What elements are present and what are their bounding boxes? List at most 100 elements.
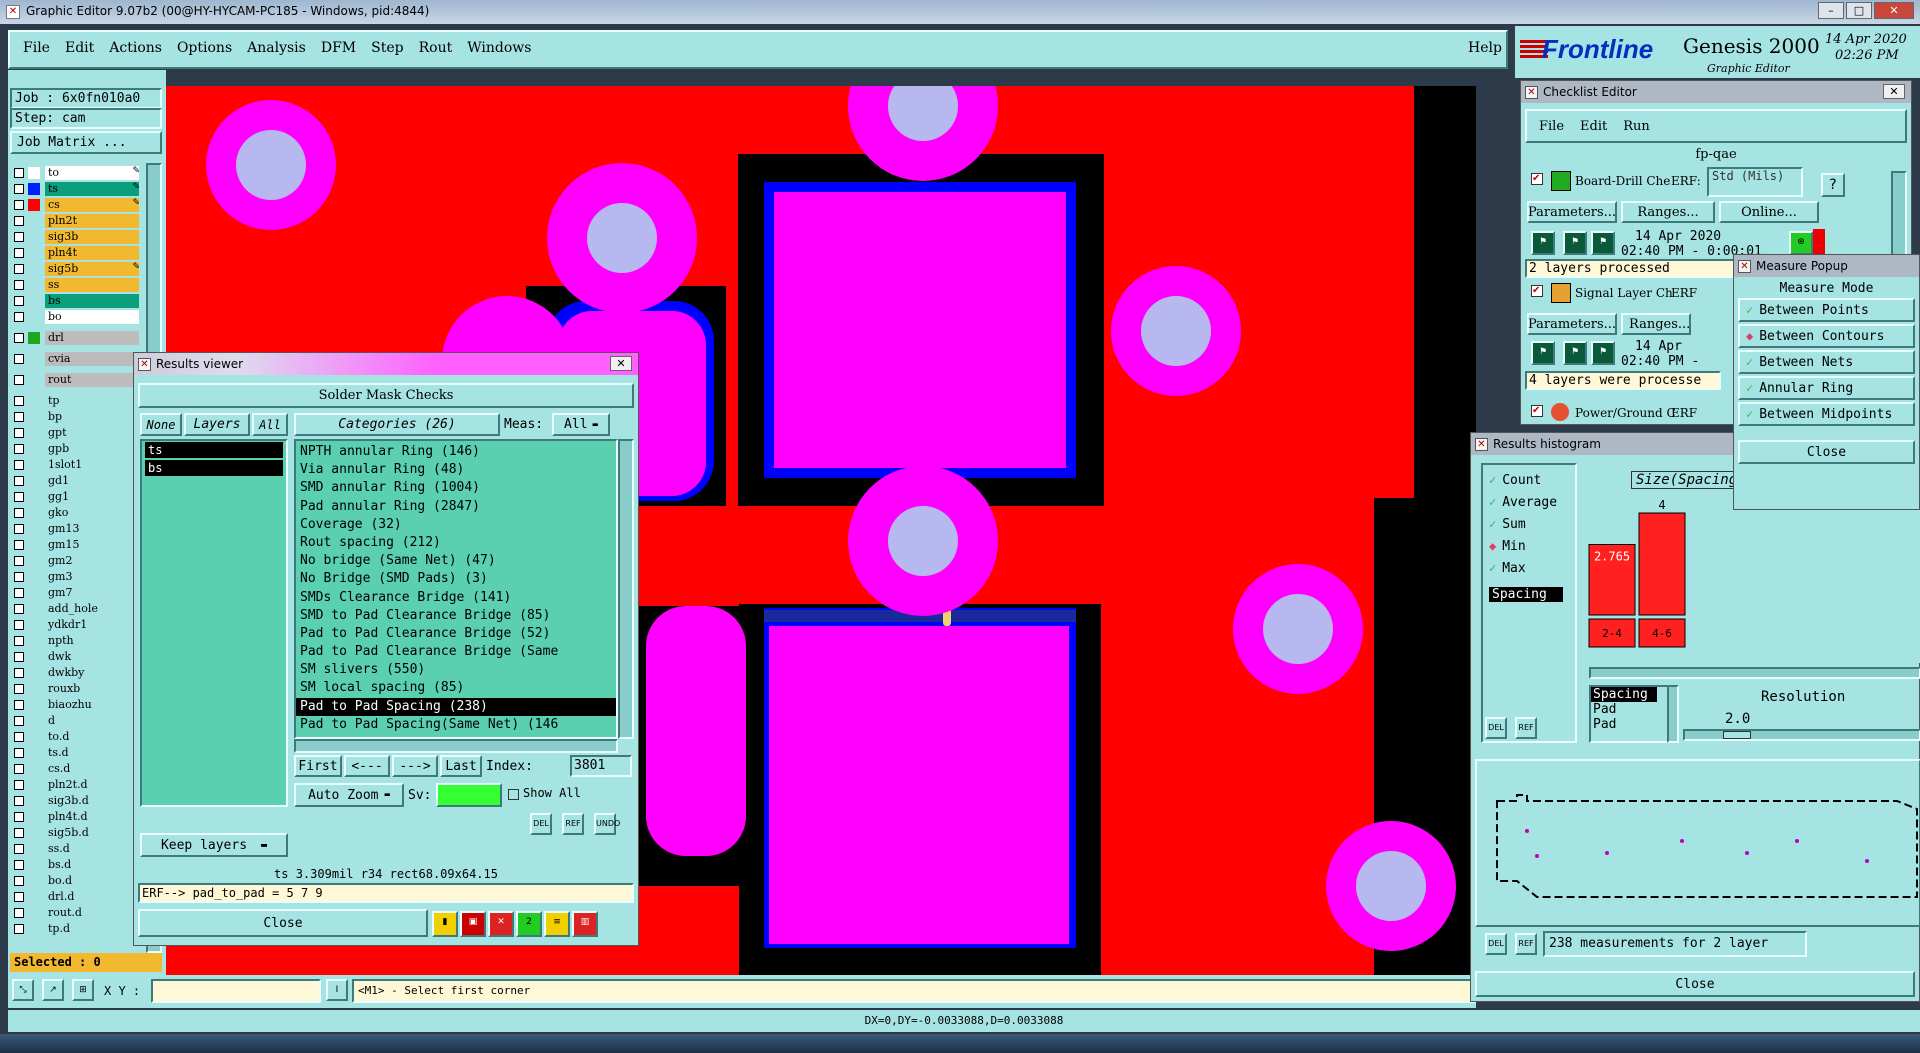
layer-checkbox[interactable] (14, 604, 24, 614)
ranges-button[interactable]: Ranges... (1621, 201, 1715, 223)
job-matrix-button[interactable]: Job Matrix ... (10, 131, 162, 154)
layer-checkbox[interactable] (14, 232, 24, 242)
layer-row[interactable]: d (8, 713, 144, 729)
grid-icon[interactable]: ⊞ (72, 979, 94, 1001)
maximize-button[interactable]: □ (1846, 2, 1872, 19)
layer-row[interactable]: sig5b.d✎ (8, 825, 144, 841)
list-item[interactable]: Pad (1591, 702, 1667, 717)
layer-row[interactable]: ydkdr1 (8, 617, 144, 633)
undo-icon[interactable]: UNDO (594, 813, 620, 835)
layers-all-button[interactable]: All (252, 413, 288, 436)
layer-row[interactable]: pln4t.d (8, 809, 144, 825)
layer-row[interactable]: tp.d (8, 921, 144, 937)
category-item[interactable]: Pad to Pad Clearance Bridge (52) (296, 625, 616, 643)
menu-dfm[interactable]: DFM (321, 40, 356, 56)
layer-row[interactable]: cs ✎ (8, 197, 144, 213)
xy-input[interactable] (151, 979, 321, 1003)
checklist-menu-edit[interactable]: Edit (1580, 119, 1607, 134)
category-item[interactable]: SM local spacing (85) (296, 679, 616, 697)
category-item[interactable]: SMD to Pad Clearance Bridge (85) (296, 607, 616, 625)
layer-row[interactable]: cvia (8, 351, 144, 367)
layer-checkbox[interactable] (14, 732, 24, 742)
layer-row[interactable]: rouxb (8, 681, 144, 697)
category-item[interactable]: SMDs Clearance Bridge (141) (296, 589, 616, 607)
list-item[interactable]: Spacing (1591, 687, 1657, 702)
category-item[interactable]: Pad to Pad Spacing (238) (296, 697, 616, 716)
layer-color-swatch[interactable] (28, 332, 40, 344)
delete-icon[interactable]: DEL (1485, 933, 1507, 955)
option-count[interactable]: ✓ Count (1483, 469, 1575, 491)
layer-row[interactable]: ss (8, 277, 144, 293)
measure-close-button[interactable]: Close (1738, 440, 1915, 464)
layer-row[interactable]: dwk (8, 649, 144, 665)
resolution-slider[interactable] (1683, 729, 1920, 741)
layer-checkbox[interactable] (14, 796, 24, 806)
layer-row[interactable]: to.d✎ (8, 729, 144, 745)
layer-checkbox[interactable] (14, 700, 24, 710)
option-max[interactable]: ✓ Max (1483, 557, 1575, 579)
check-mark-icon[interactable]: ✔ (1531, 285, 1543, 297)
histogram-hscroll[interactable] (1589, 667, 1920, 679)
meas-dropdown[interactable]: All ▬ (552, 413, 610, 436)
minimize-button[interactable]: – (1818, 2, 1844, 19)
menu-help[interactable]: Help (1468, 40, 1502, 56)
layer-view-icon[interactable]: ▣ (460, 911, 486, 937)
layer-checkbox[interactable] (14, 460, 24, 470)
layer-checkbox[interactable] (14, 908, 24, 918)
menu-rout[interactable]: Rout (419, 40, 453, 56)
category-item[interactable]: NPTH annular Ring (146) (296, 443, 616, 461)
measure-mode-option[interactable]: ✓ Between Nets (1738, 350, 1915, 374)
layer-row[interactable]: gm3✎ (8, 569, 144, 585)
layer-checkbox[interactable] (14, 844, 24, 854)
layer-item[interactable]: ts (145, 442, 283, 458)
layer-row[interactable]: biaozhu (8, 697, 144, 713)
layer-checkbox[interactable] (14, 668, 24, 678)
checklist-item-2-label[interactable]: Signal Layer Ch (1575, 286, 1673, 300)
layer-row[interactable]: gpt (8, 425, 144, 441)
menu-analysis[interactable]: Analysis (247, 40, 306, 56)
layer-color-swatch[interactable] (28, 199, 40, 211)
layer-row[interactable]: gm13 (8, 521, 144, 537)
delete-icon[interactable]: DEL (1485, 717, 1507, 739)
layer-checkbox[interactable] (14, 572, 24, 582)
option-average[interactable]: ✓ Average (1483, 491, 1575, 513)
categories-hscroll[interactable] (294, 739, 618, 753)
layer-row[interactable]: gko (8, 505, 144, 521)
layer-checkbox[interactable] (14, 333, 24, 343)
list-item[interactable]: Pad (1591, 717, 1667, 732)
keep-layers-dropdown[interactable]: Keep layers ▬ (140, 833, 288, 857)
layer-item[interactable]: bs (145, 460, 283, 476)
layer-row[interactable]: sig3b (8, 229, 144, 245)
category-item[interactable]: Pad to Pad Clearance Bridge (Same (296, 643, 616, 661)
histogram-icon[interactable]: ▥ (572, 911, 598, 937)
layer-row[interactable]: gm15 (8, 537, 144, 553)
layer-checkbox[interactable] (14, 812, 24, 822)
category-item[interactable]: Pad annular Ring (2847) (296, 498, 616, 516)
slider-thumb[interactable] (1723, 731, 1751, 739)
close-button[interactable]: ✕ (1874, 2, 1914, 19)
layer-checkbox[interactable] (14, 652, 24, 662)
last-button[interactable]: Last (440, 755, 482, 777)
layer-row[interactable]: ts.d (8, 745, 144, 761)
clear-icon[interactable]: ✕ (488, 911, 514, 937)
layer-color-swatch[interactable] (28, 183, 40, 195)
measure-mode-option[interactable]: ◆ Between Contours (1738, 324, 1915, 348)
layer-row[interactable]: dwkby (8, 665, 144, 681)
run-icon[interactable]: ⚑ (1591, 231, 1615, 255)
delete-icon[interactable]: DEL (530, 813, 552, 835)
layer-row[interactable]: drl.d (8, 889, 144, 905)
measure-mode-option[interactable]: ✓ Between Points (1738, 298, 1915, 322)
layer-checkbox[interactable] (14, 476, 24, 486)
layer-row[interactable]: bp (8, 409, 144, 425)
layer-checkbox[interactable] (14, 354, 24, 364)
layer-checkbox[interactable] (14, 876, 24, 886)
layer-checkbox[interactable] (14, 412, 24, 422)
layer-checkbox[interactable] (14, 200, 24, 210)
layer-row[interactable]: gm2 (8, 553, 144, 569)
run-icon[interactable]: ⚑ (1531, 231, 1555, 255)
layer-checkbox[interactable] (14, 716, 24, 726)
layer-checkbox[interactable] (14, 492, 24, 502)
layer-checkbox[interactable] (14, 396, 24, 406)
layer-checkbox[interactable] (14, 892, 24, 902)
layer-checkbox[interactable] (14, 296, 24, 306)
